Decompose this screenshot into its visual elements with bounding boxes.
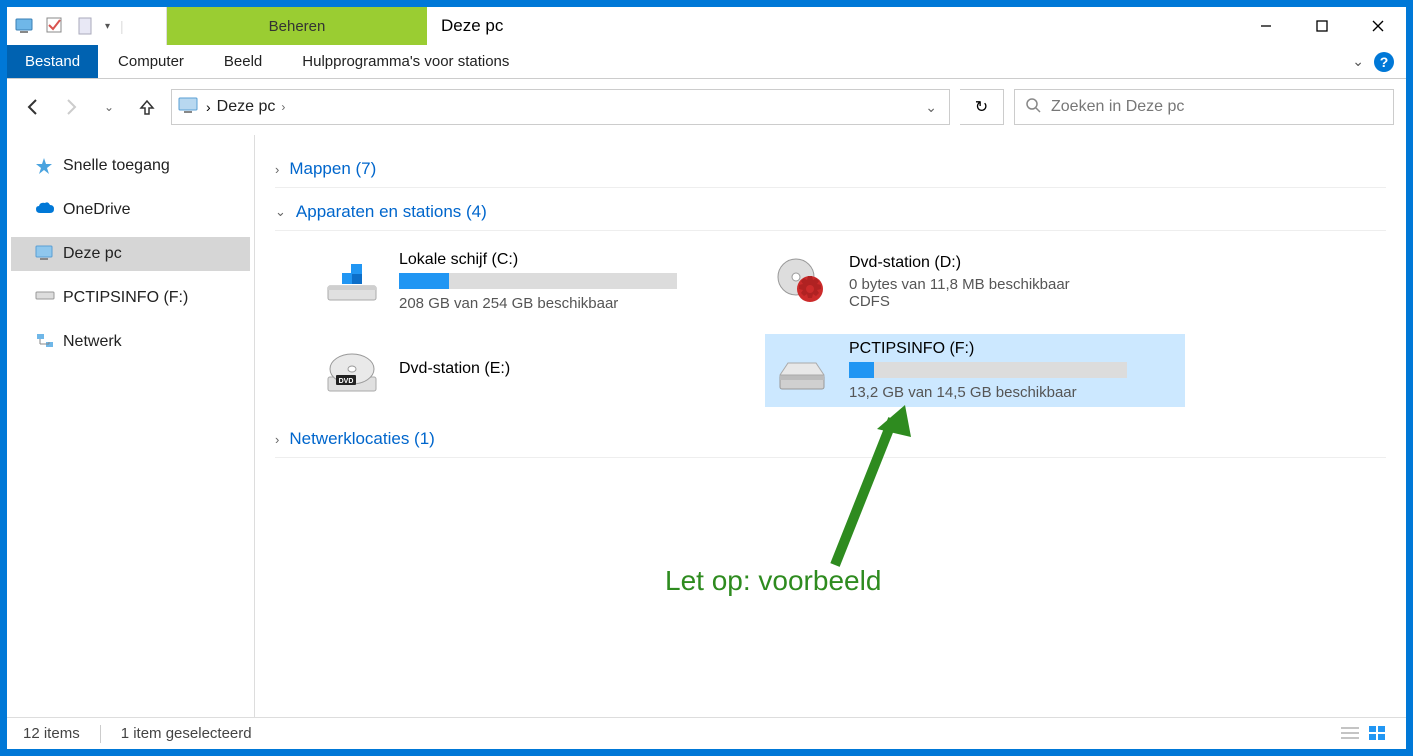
sidebar-item-this-pc[interactable]: Deze pc: [11, 237, 250, 271]
drive-item-e[interactable]: DVD Dvd-station (E:): [315, 334, 735, 407]
chevron-right-icon: ›: [275, 432, 279, 447]
drives-grid: Lokale schijf (C:) 208 GB van 254 GB bes…: [275, 237, 1386, 421]
breadcrumb-this-pc[interactable]: Deze pc ›: [217, 98, 286, 116]
sidebar-item-label: OneDrive: [63, 201, 131, 219]
usb-drive-icon: [773, 344, 831, 398]
star-icon: [35, 157, 55, 175]
window-title: Deze pc: [427, 7, 1238, 45]
quick-access-toolbar: ▾ |: [7, 7, 167, 45]
refresh-button[interactable]: ↻: [960, 89, 1004, 125]
section-folders[interactable]: › Mappen (7): [275, 151, 1386, 188]
drive-item-f[interactable]: PCTIPSINFO (F:) 13,2 GB van 14,5 GB besc…: [765, 334, 1185, 407]
drive-free-space: 0 bytes van 11,8 MB beschikbaar: [849, 276, 1177, 293]
computer-icon: [15, 16, 35, 36]
qat-dropdown-icon[interactable]: ▾: [105, 21, 110, 32]
tab-drive-tools[interactable]: Hulpprogramma's voor stations: [282, 45, 529, 78]
dvd-gear-icon: [773, 255, 831, 309]
sidebar-item-network[interactable]: Netwerk: [11, 325, 250, 359]
status-bar: 12 items 1 item geselecteerd: [7, 717, 1406, 749]
chevron-right-icon[interactable]: ›: [206, 99, 211, 115]
back-button[interactable]: [19, 93, 47, 121]
drive-name: PCTIPSINFO (F:): [849, 340, 1177, 358]
nav-row: ⌄ › Deze pc › ⌄ ↻ Zoeken in Deze pc: [7, 79, 1406, 135]
address-bar[interactable]: › Deze pc › ⌄: [171, 89, 950, 125]
sidebar-item-label: Snelle toegang: [63, 157, 170, 175]
tab-computer[interactable]: Computer: [98, 45, 204, 78]
drive-free-space: 13,2 GB van 14,5 GB beschikbaar: [849, 384, 1177, 401]
details-view-button[interactable]: [1340, 725, 1362, 743]
computer-icon: [178, 97, 200, 118]
drive-free-space: 208 GB van 254 GB beschikbaar: [399, 295, 727, 312]
ribbon-tabs: Bestand Computer Beeld Hulpprogramma's v…: [7, 45, 1406, 79]
svg-text:DVD: DVD: [339, 378, 354, 385]
status-item-count: 12 items: [23, 725, 80, 742]
sidebar-item-label: Netwerk: [63, 333, 122, 351]
search-icon: [1025, 97, 1041, 118]
section-label: Mappen (7): [289, 159, 376, 179]
search-placeholder: Zoeken in Deze pc: [1051, 98, 1184, 116]
drive-icon: [35, 289, 55, 307]
drive-item-c[interactable]: Lokale schijf (C:) 208 GB van 254 GB bes…: [315, 245, 735, 318]
section-label: Netwerklocaties (1): [289, 429, 435, 449]
network-icon: [35, 333, 55, 351]
chevron-down-icon: ⌄: [275, 204, 286, 220]
up-button[interactable]: [133, 93, 161, 121]
checkbox-icon[interactable]: [45, 16, 65, 36]
close-button[interactable]: [1350, 7, 1406, 45]
section-label: Apparaten en stations (4): [296, 202, 487, 222]
sidebar-item-label: Deze pc: [63, 245, 122, 263]
window-controls: [1238, 7, 1406, 45]
sidebar-item-onedrive[interactable]: OneDrive: [11, 193, 250, 227]
annotation-text: Let op: voorbeeld: [665, 565, 881, 597]
status-separator: [100, 725, 101, 743]
content-pane: › Mappen (7) ⌄ Apparaten en stations (4): [255, 135, 1406, 717]
computer-icon: [35, 245, 55, 263]
section-devices[interactable]: ⌄ Apparaten en stations (4): [275, 194, 1386, 231]
chevron-right-icon[interactable]: ›: [281, 100, 285, 114]
title-bar: ▾ | Beheren Deze pc: [7, 7, 1406, 45]
tab-view[interactable]: Beeld: [204, 45, 282, 78]
context-tab-header: Beheren: [167, 7, 427, 45]
annotation-arrow: [815, 405, 915, 575]
ribbon-collapse-icon[interactable]: ⌄: [1352, 53, 1364, 70]
tab-file[interactable]: Bestand: [7, 45, 98, 78]
explorer-window: ▾ | Beheren Deze pc Bestand Computer Bee…: [6, 6, 1407, 750]
status-selected-count: 1 item geselecteerd: [121, 725, 252, 742]
nav-sidebar: Snelle toegang OneDrive Deze pc: [7, 135, 255, 717]
dvd-drive-icon: DVD: [323, 344, 381, 398]
drive-name: Dvd-station (E:): [399, 360, 727, 378]
drive-usage-bar: [399, 273, 677, 289]
drive-name: Dvd-station (D:): [849, 254, 1177, 272]
minimize-button[interactable]: [1238, 7, 1294, 45]
chevron-right-icon: ›: [275, 162, 279, 177]
help-icon[interactable]: ?: [1374, 52, 1394, 72]
thumbnails-view-button[interactable]: [1368, 725, 1390, 743]
drive-filesystem: CDFS: [849, 293, 1177, 310]
search-input[interactable]: Zoeken in Deze pc: [1014, 89, 1394, 125]
cloud-icon: [35, 201, 55, 219]
maximize-button[interactable]: [1294, 7, 1350, 45]
drive-usage-bar: [849, 362, 1127, 378]
recent-dropdown-icon[interactable]: ⌄: [95, 93, 123, 121]
document-icon[interactable]: [75, 16, 95, 36]
sidebar-item-label: PCTIPSINFO (F:): [63, 289, 188, 307]
hard-disk-icon: [323, 255, 381, 309]
sidebar-item-usb-drive[interactable]: PCTIPSINFO (F:): [11, 281, 250, 315]
sidebar-item-quick-access[interactable]: Snelle toegang: [11, 149, 250, 183]
body: Snelle toegang OneDrive Deze pc: [7, 135, 1406, 717]
address-dropdown-icon[interactable]: ⌄: [919, 99, 943, 116]
forward-button[interactable]: [57, 93, 85, 121]
drive-item-d[interactable]: Dvd-station (D:) 0 bytes van 11,8 MB bes…: [765, 245, 1185, 318]
drive-name: Lokale schijf (C:): [399, 251, 727, 269]
